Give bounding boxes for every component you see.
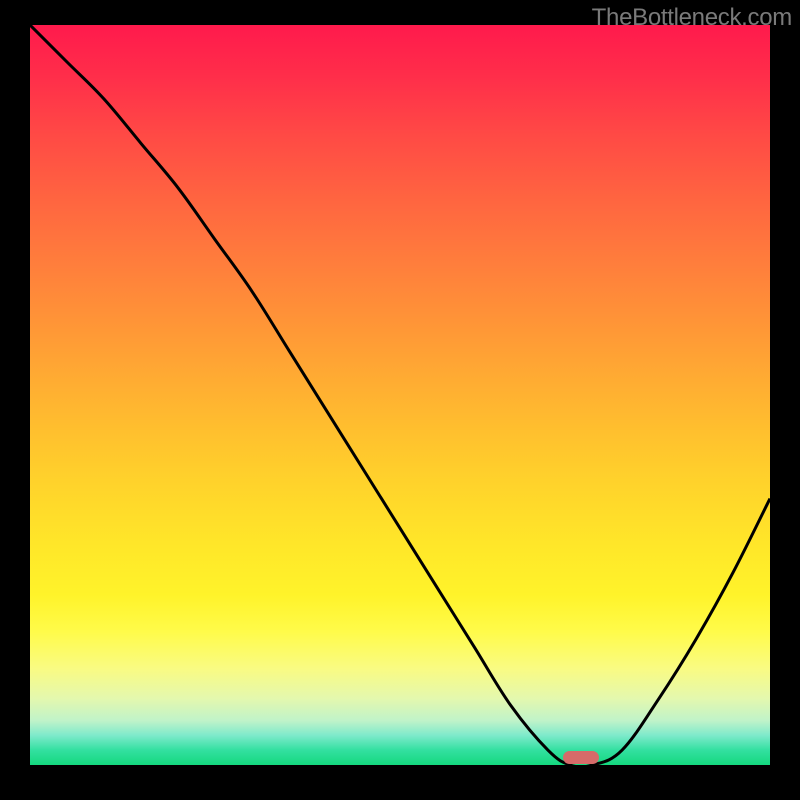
watermark-text: TheBottleneck.com xyxy=(592,4,792,32)
x-axis xyxy=(30,765,770,768)
bottleneck-curve xyxy=(30,25,770,765)
plot-area xyxy=(30,25,770,765)
optimal-marker xyxy=(563,751,599,764)
chart-container: TheBottleneck.com xyxy=(0,0,800,800)
